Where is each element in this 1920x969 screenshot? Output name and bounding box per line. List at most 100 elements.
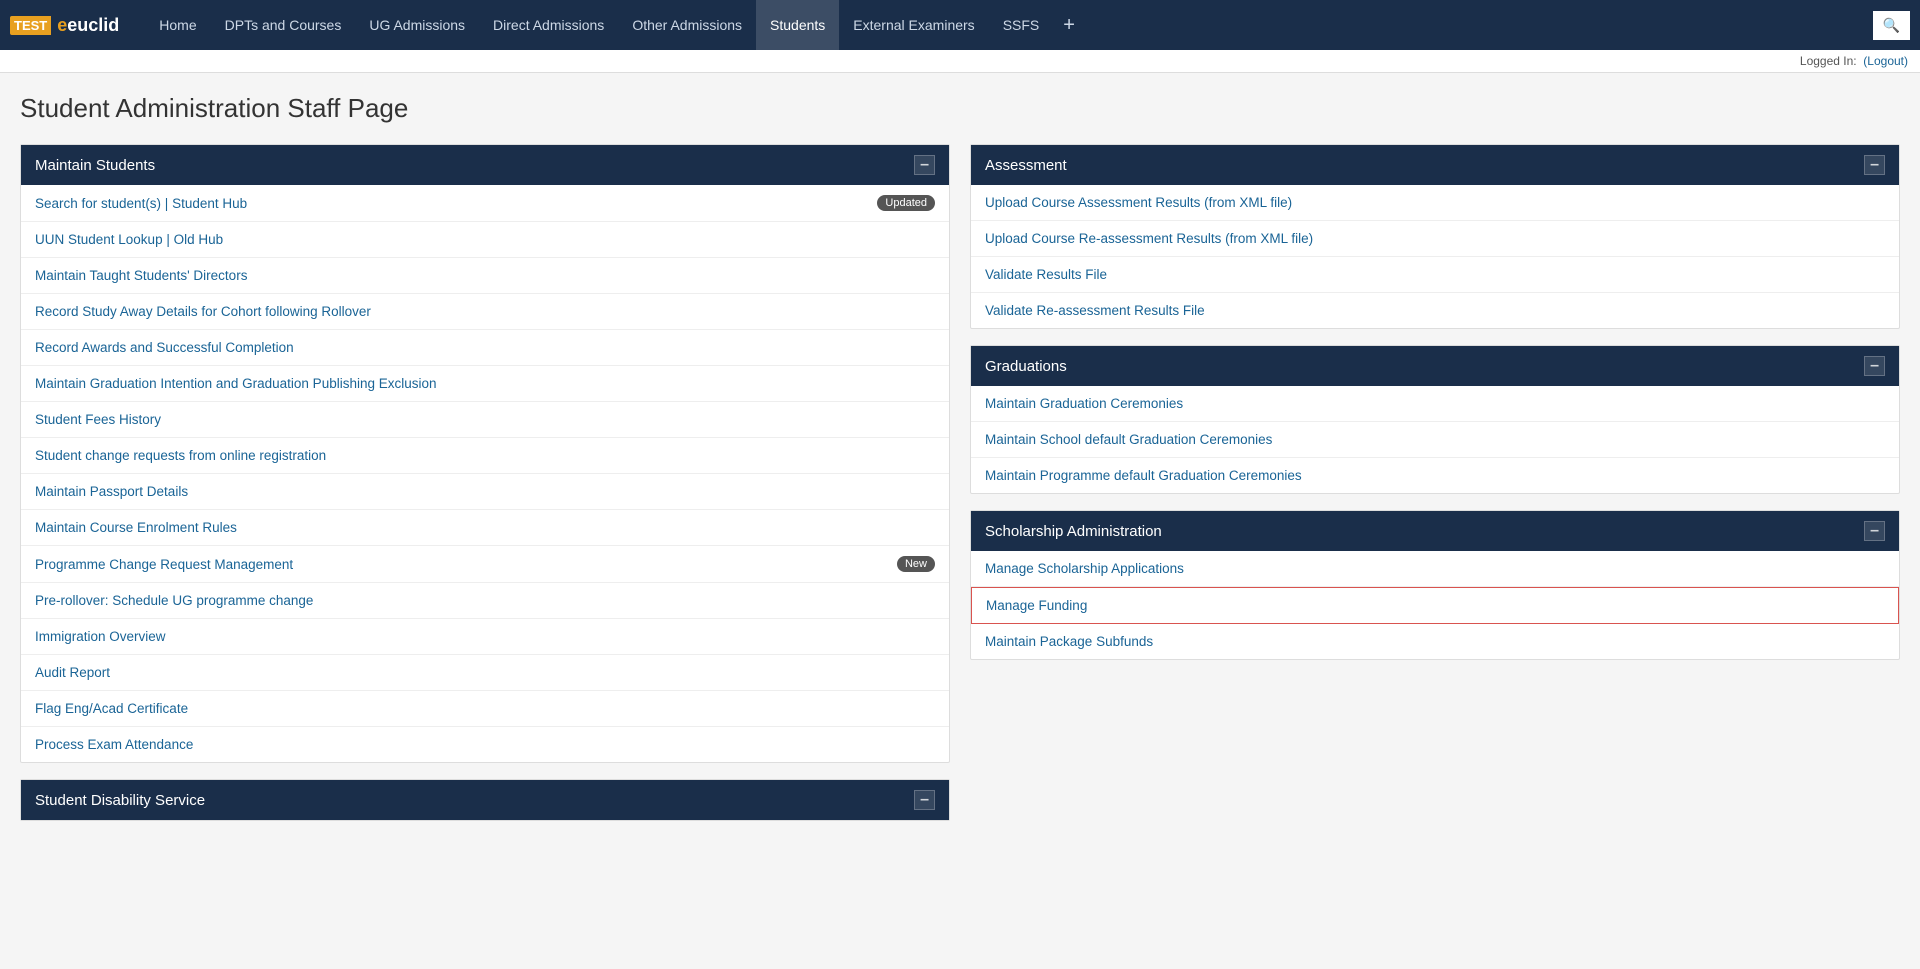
panel-graduations-body: Maintain Graduation Ceremonies Maintain … [971, 386, 1899, 493]
brand-logo[interactable]: TEST eeuclid [10, 13, 125, 38]
list-item[interactable]: Record Study Away Details for Cohort fol… [21, 294, 949, 330]
link-taught-directors[interactable]: Maintain Taught Students' Directors [35, 268, 247, 283]
logged-in-bar: Logged In: (Logout) [0, 50, 1920, 73]
link-school-default-ceremonies[interactable]: Maintain School default Graduation Cerem… [985, 432, 1272, 447]
list-item[interactable]: Programme Change Request Management New [21, 546, 949, 583]
panel-student-disability-header: Student Disability Service – [21, 780, 949, 820]
link-package-subfunds[interactable]: Maintain Package Subfunds [985, 634, 1153, 649]
nav-students[interactable]: Students [756, 0, 839, 50]
link-course-enrolment[interactable]: Maintain Course Enrolment Rules [35, 520, 237, 535]
list-item[interactable]: Process Exam Attendance [21, 727, 949, 762]
nav-home[interactable]: Home [145, 0, 210, 50]
nav-other-admissions[interactable]: Other Admissions [618, 0, 756, 50]
nav-direct-admissions[interactable]: Direct Admissions [479, 0, 618, 50]
panel-scholarship-toggle[interactable]: – [1864, 521, 1885, 541]
panel-student-disability: Student Disability Service – [20, 779, 950, 821]
list-item-manage-funding[interactable]: Manage Funding [971, 587, 1899, 624]
panel-scholarship: Scholarship Administration – Manage Scho… [970, 510, 1900, 660]
left-column: Maintain Students – Search for student(s… [20, 144, 950, 821]
link-programme-default-ceremonies[interactable]: Maintain Programme default Graduation Ce… [985, 468, 1302, 483]
logout-link[interactable]: (Logout) [1863, 54, 1908, 68]
panel-scholarship-title: Scholarship Administration [985, 523, 1162, 540]
panel-assessment-toggle[interactable]: – [1864, 155, 1885, 175]
panel-scholarship-body: Manage Scholarship Applications Manage F… [971, 551, 1899, 659]
panel-graduations-title: Graduations [985, 358, 1067, 375]
link-record-awards[interactable]: Record Awards and Successful Completion [35, 340, 294, 355]
panel-maintain-students-header: Maintain Students – [21, 145, 949, 185]
link-audit[interactable]: Audit Report [35, 665, 110, 680]
panel-student-disability-title: Student Disability Service [35, 792, 205, 809]
link-immigration[interactable]: Immigration Overview [35, 629, 166, 644]
list-item[interactable]: Immigration Overview [21, 619, 949, 655]
link-graduation-ceremonies[interactable]: Maintain Graduation Ceremonies [985, 396, 1183, 411]
nav-external-examiners[interactable]: External Examiners [839, 0, 988, 50]
page-content: Student Administration Staff Page Mainta… [0, 73, 1920, 841]
link-upload-reassessment[interactable]: Upload Course Re-assessment Results (fro… [985, 231, 1313, 246]
list-item[interactable]: Validate Results File [971, 257, 1899, 293]
panel-assessment: Assessment – Upload Course Assessment Re… [970, 144, 1900, 329]
link-pre-rollover[interactable]: Pre-rollover: Schedule UG programme chan… [35, 593, 313, 608]
link-graduation-intention[interactable]: Maintain Graduation Intention and Gradua… [35, 376, 437, 391]
list-item[interactable]: UUN Student Lookup | Old Hub [21, 222, 949, 258]
list-item[interactable]: Flag Eng/Acad Certificate [21, 691, 949, 727]
list-item[interactable]: Student Fees History [21, 402, 949, 438]
list-item[interactable]: Maintain Package Subfunds [971, 624, 1899, 659]
list-item[interactable]: Maintain Course Enrolment Rules [21, 510, 949, 546]
two-column-layout: Maintain Students – Search for student(s… [20, 144, 1900, 821]
list-item[interactable]: Record Awards and Successful Completion [21, 330, 949, 366]
link-flag-eng[interactable]: Flag Eng/Acad Certificate [35, 701, 188, 716]
panel-assessment-body: Upload Course Assessment Results (from X… [971, 185, 1899, 328]
list-item[interactable]: Maintain Graduation Intention and Gradua… [21, 366, 949, 402]
link-study-away[interactable]: Record Study Away Details for Cohort fol… [35, 304, 371, 319]
list-item[interactable]: Maintain Graduation Ceremonies [971, 386, 1899, 422]
page-title: Student Administration Staff Page [20, 93, 1900, 124]
link-validate-reassessment[interactable]: Validate Re-assessment Results File [985, 303, 1205, 318]
nav-plus-button[interactable]: + [1053, 0, 1085, 50]
link-manage-funding[interactable]: Manage Funding [986, 598, 1087, 613]
link-programme-change[interactable]: Programme Change Request Management [35, 557, 293, 572]
link-change-requests[interactable]: Student change requests from online regi… [35, 448, 326, 463]
panel-graduations: Graduations – Maintain Graduation Ceremo… [970, 345, 1900, 494]
panel-graduations-toggle[interactable]: – [1864, 356, 1885, 376]
list-item[interactable]: Upload Course Re-assessment Results (fro… [971, 221, 1899, 257]
badge-updated: Updated [877, 195, 935, 211]
nav-dpts-courses[interactable]: DPTs and Courses [211, 0, 356, 50]
link-passport[interactable]: Maintain Passport Details [35, 484, 188, 499]
list-item[interactable]: Validate Re-assessment Results File [971, 293, 1899, 328]
panel-maintain-students-title: Maintain Students [35, 157, 155, 174]
link-upload-assessment[interactable]: Upload Course Assessment Results (from X… [985, 195, 1292, 210]
link-search-student[interactable]: Search for student(s) | Student Hub [35, 196, 247, 211]
link-student-fees[interactable]: Student Fees History [35, 412, 161, 427]
panel-maintain-students-body: Search for student(s) | Student Hub Upda… [21, 185, 949, 762]
navbar: TEST eeuclid Home DPTs and Courses UG Ad… [0, 0, 1920, 50]
panel-graduations-header: Graduations – [971, 346, 1899, 386]
panel-maintain-students: Maintain Students – Search for student(s… [20, 144, 950, 763]
nav-ssfs[interactable]: SSFS [989, 0, 1054, 50]
list-item[interactable]: Pre-rollover: Schedule UG programme chan… [21, 583, 949, 619]
right-column: Assessment – Upload Course Assessment Re… [970, 144, 1900, 821]
link-uun-lookup[interactable]: UUN Student Lookup | Old Hub [35, 232, 223, 247]
panel-assessment-header: Assessment – [971, 145, 1899, 185]
list-item[interactable]: Manage Scholarship Applications [971, 551, 1899, 587]
list-item[interactable]: Student change requests from online regi… [21, 438, 949, 474]
brand-euclid-label: eeuclid [51, 13, 125, 38]
panel-assessment-title: Assessment [985, 157, 1067, 174]
list-item[interactable]: Maintain Taught Students' Directors [21, 258, 949, 294]
brand-test-label: TEST [10, 16, 51, 35]
list-item[interactable]: Maintain Passport Details [21, 474, 949, 510]
link-validate-results[interactable]: Validate Results File [985, 267, 1107, 282]
list-item[interactable]: Maintain School default Graduation Cerem… [971, 422, 1899, 458]
link-manage-scholarship[interactable]: Manage Scholarship Applications [985, 561, 1184, 576]
panel-student-disability-toggle[interactable]: – [914, 790, 935, 810]
list-item[interactable]: Audit Report [21, 655, 949, 691]
badge-new: New [897, 556, 935, 572]
search-button[interactable]: 🔍 [1873, 11, 1910, 40]
link-exam-attendance[interactable]: Process Exam Attendance [35, 737, 193, 752]
list-item[interactable]: Upload Course Assessment Results (from X… [971, 185, 1899, 221]
list-item[interactable]: Maintain Programme default Graduation Ce… [971, 458, 1899, 493]
list-item[interactable]: Search for student(s) | Student Hub Upda… [21, 185, 949, 222]
panel-scholarship-header: Scholarship Administration – [971, 511, 1899, 551]
nav-ug-admissions[interactable]: UG Admissions [355, 0, 479, 50]
panel-maintain-students-toggle[interactable]: – [914, 155, 935, 175]
nav-links: Home DPTs and Courses UG Admissions Dire… [145, 0, 1872, 50]
